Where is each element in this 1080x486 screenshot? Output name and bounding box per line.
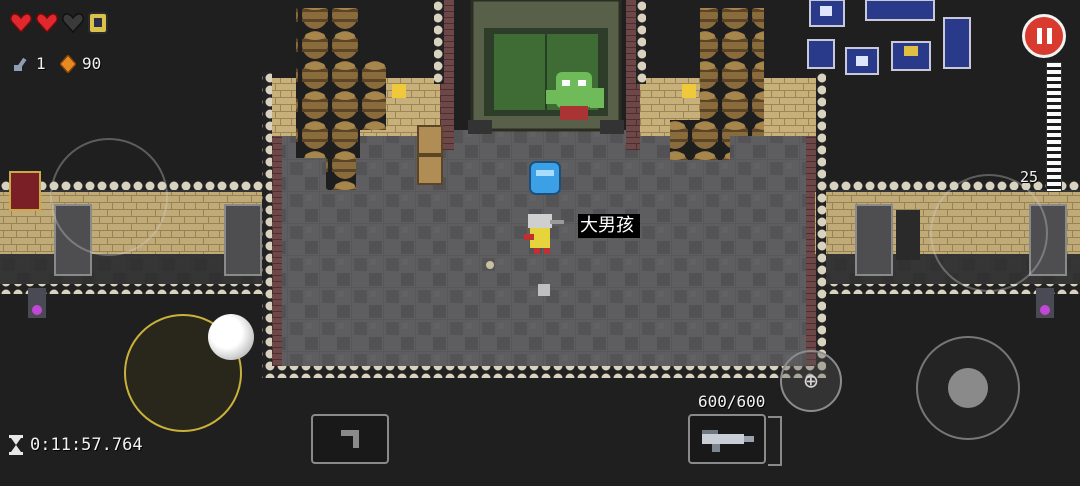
boomerang-icon <box>341 430 359 448</box>
heart-icon <box>10 13 32 33</box>
joystick-knob[interactable] <box>208 314 254 360</box>
heart-icon <box>62 13 84 33</box>
key-icon <box>14 57 27 71</box>
secondary-weapon-slot[interactable] <box>311 414 389 464</box>
coin-icon <box>60 54 76 73</box>
pause-button[interactable] <box>1022 14 1066 58</box>
run-timer: 0:11:57.764 <box>8 434 143 456</box>
heart-icon <box>36 13 58 33</box>
skill-icon: ⊕ <box>803 367 819 395</box>
timer-text: 0:11:57.764 <box>30 435 143 455</box>
hourglass-icon <box>9 435 23 455</box>
keys-counter: 1 <box>12 54 46 73</box>
ghost-joystick-ring <box>50 138 168 256</box>
player-name-tag: 大男孩 <box>578 214 640 238</box>
skill-button[interactable]: ⊕ <box>780 350 842 412</box>
health-bar <box>10 12 108 34</box>
armor-icon <box>88 12 108 34</box>
machine-gun-icon <box>702 430 754 452</box>
pause-icon <box>1046 28 1052 44</box>
coins-counter: 90 <box>60 54 101 73</box>
ghost-attack-ring <box>930 174 1048 292</box>
attack-knob <box>948 368 988 408</box>
primary-weapon-slot[interactable] <box>688 414 766 464</box>
ammo-count: 600/600 <box>698 392 766 411</box>
pause-icon <box>1036 28 1042 44</box>
minimap[interactable] <box>798 0 988 80</box>
weapon-switch-stack <box>768 416 782 466</box>
keys-count: 1 <box>36 54 46 73</box>
ammo-gauge <box>1046 62 1062 192</box>
coins-count: 90 <box>82 54 102 73</box>
clip-remaining: 25 <box>1020 168 1039 186</box>
